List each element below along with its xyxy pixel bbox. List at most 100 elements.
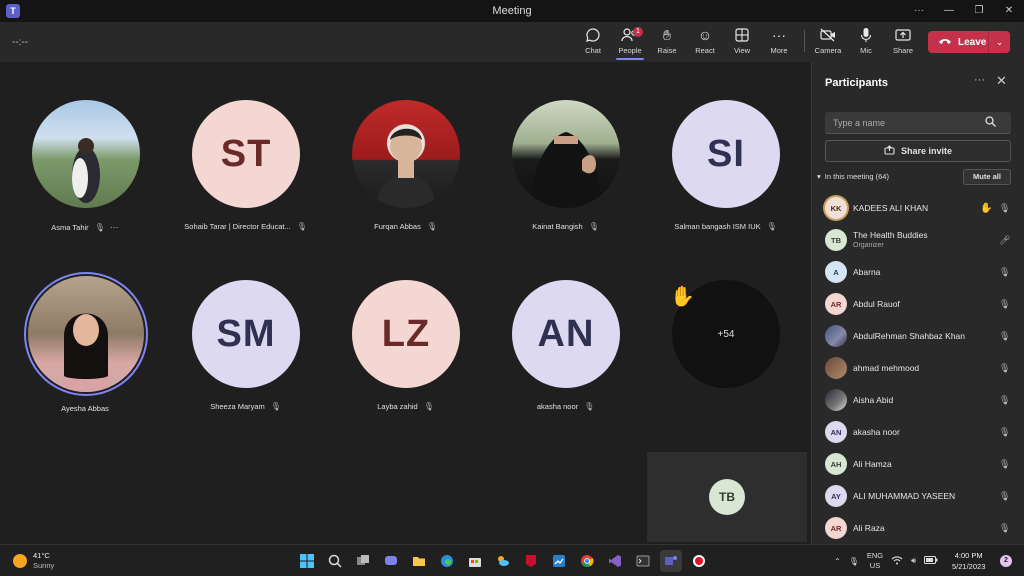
mic-off-icon[interactable]: 🎙︎ xyxy=(999,331,1010,342)
volume-icon[interactable]: 🔊︎ xyxy=(911,556,916,566)
search-icon[interactable] xyxy=(985,115,996,130)
self-avatar: TB xyxy=(709,479,745,515)
participant-name: Kainat Bangish xyxy=(532,222,583,231)
participant-tile[interactable]: ST Sohaib Tarar | Director Educat... 🎙︎ xyxy=(165,100,325,270)
participant-row[interactable]: AY ALI MUHAMMAD YASEEN 🎙︎ xyxy=(812,480,1024,512)
participant-tile[interactable]: SI Salman bangash ISM IUK 🎙︎ xyxy=(645,100,805,270)
teams-chat-icon[interactable] xyxy=(380,550,402,572)
camera-button[interactable]: Camera xyxy=(811,26,845,60)
battery-icon[interactable] xyxy=(924,556,938,566)
microphone-icon xyxy=(860,26,872,44)
mic-off-icon[interactable]: 🎙︎ xyxy=(999,395,1010,406)
participant-tile[interactable]: Kainat Bangish 🎙︎ xyxy=(485,100,645,270)
participant-tile[interactable]: SM Sheeza Maryam 🎙︎ xyxy=(165,280,325,450)
more-options-icon[interactable]: ··· xyxy=(110,222,119,232)
share-button[interactable]: Share xyxy=(886,26,920,60)
chrome-icon[interactable] xyxy=(576,550,598,572)
mic-off-icon[interactable]: 🎙︎ xyxy=(999,267,1010,278)
participant-row[interactable]: TB The Health Buddies Organizer 🎤︎ xyxy=(812,224,1024,256)
weather-app-icon[interactable] xyxy=(492,550,514,572)
participant-name: akasha noor xyxy=(536,402,579,411)
participant-tile-speaking[interactable]: Ayesha Abbas xyxy=(5,276,165,450)
mic-button[interactable]: Mic xyxy=(849,26,883,60)
share-invite-button[interactable]: Share invite xyxy=(825,140,1011,162)
mute-all-button[interactable]: Mute all xyxy=(963,169,1011,185)
mic-off-icon[interactable]: 🎙︎ xyxy=(999,459,1010,470)
leave-button[interactable]: Leave ⌄ xyxy=(928,31,1010,53)
more-options-icon[interactable]: ··· xyxy=(904,0,934,22)
restore-button[interactable]: ❐ xyxy=(964,0,994,22)
chevron-up-icon[interactable]: ⌃ xyxy=(834,557,841,566)
mcafee-icon[interactable] xyxy=(520,550,542,572)
panel-more-icon[interactable]: ··· xyxy=(974,74,985,86)
participant-tile[interactable]: AN akasha noor 🎙︎ xyxy=(485,280,645,450)
self-view[interactable]: TB xyxy=(647,452,807,542)
windows-start-icon[interactable] xyxy=(296,550,318,572)
microphone-icon[interactable]: 🎤︎ xyxy=(999,235,1010,246)
chat-button[interactable]: Chat xyxy=(576,26,610,60)
participant-row[interactable]: Aisha Abid 🎙︎ xyxy=(812,384,1024,416)
language-indicator[interactable]: ENG US xyxy=(867,551,883,571)
leave-options-chevron-icon[interactable]: ⌄ xyxy=(989,37,1010,48)
avatar-photo xyxy=(32,100,140,208)
mic-off-icon[interactable]: 🎙︎ xyxy=(999,523,1010,534)
participant-row[interactable]: AbdulRehman Shahbaz Khan 🎙︎ xyxy=(812,320,1024,352)
minimize-button[interactable]: — xyxy=(934,0,964,22)
mic-off-icon[interactable]: 🎙︎ xyxy=(999,203,1010,214)
search-input[interactable] xyxy=(825,117,985,128)
mic-label: Mic xyxy=(860,46,872,55)
raise-hand-button[interactable]: ✋︎ Raise xyxy=(650,26,684,60)
raise-label: Raise xyxy=(657,46,677,55)
participant-row[interactable]: KK KADEES ALI KHAN ✋ 🎙︎ xyxy=(812,192,1024,224)
edge-browser-icon[interactable] xyxy=(436,550,458,572)
react-button[interactable]: ☺ React xyxy=(688,26,722,60)
participant-row[interactable]: AH Ali Hamza 🎙︎ xyxy=(812,448,1024,480)
stocks-app-icon[interactable] xyxy=(548,550,570,572)
participant-row[interactable]: A Abarna 🎙︎ xyxy=(812,256,1024,288)
search-field[interactable] xyxy=(825,112,1011,134)
close-icon[interactable]: ✕ xyxy=(996,73,1007,89)
meeting-timer: --:-- xyxy=(12,36,29,48)
chat-icon xyxy=(585,26,601,44)
screen-recorder-icon[interactable] xyxy=(688,550,710,572)
mic-off-icon: 🎙︎ xyxy=(423,402,434,411)
participant-tile[interactable]: Furqan Abbas 🎙︎ xyxy=(325,100,485,270)
participant-row[interactable]: ahmad mehmood 🎙︎ xyxy=(812,352,1024,384)
system-clock[interactable]: 4:00 PM 5/21/2023 xyxy=(952,550,985,572)
avatar: SI xyxy=(672,100,780,208)
share-screen-icon xyxy=(895,26,911,44)
mic-off-icon[interactable]: 🎙︎ xyxy=(999,427,1010,438)
avatar: LZ xyxy=(352,280,460,388)
weather-widget[interactable]: 41°C Sunny xyxy=(13,551,54,570)
participant-row[interactable]: AN akasha noor 🎙︎ xyxy=(812,416,1024,448)
file-explorer-icon[interactable] xyxy=(408,550,430,572)
mic-off-icon[interactable]: 🎙︎ xyxy=(999,363,1010,374)
participant-avatar: KK xyxy=(825,197,847,219)
teams-icon[interactable] xyxy=(660,550,682,572)
notification-badge[interactable]: 2 xyxy=(1000,555,1012,567)
search-icon[interactable] xyxy=(324,550,346,572)
microphone-tray-icon[interactable]: 🎙︎ xyxy=(849,557,859,566)
participant-tile[interactable]: Asma Tahir 🎙︎ ··· xyxy=(5,100,165,270)
terminal-icon[interactable] xyxy=(632,550,654,572)
people-label: People xyxy=(618,46,642,55)
participant-row[interactable]: AR Abdul Rauof 🎙︎ xyxy=(812,288,1024,320)
in-meeting-section-toggle[interactable]: ▾ In this meeting (64) xyxy=(817,172,889,181)
more-button[interactable]: ··· More xyxy=(762,26,796,60)
task-view-icon[interactable] xyxy=(352,550,374,572)
participant-avatar: TB xyxy=(825,229,847,251)
participant-row[interactable]: AR Ali Raza 🎙︎ xyxy=(812,512,1024,544)
participant-name: Aisha Abid xyxy=(853,395,894,405)
close-window-button[interactable]: ✕ xyxy=(994,0,1024,22)
view-button[interactable]: View xyxy=(725,26,759,60)
participant-tile[interactable]: LZ Layba zahid 🎙︎ xyxy=(325,280,485,450)
mic-off-icon[interactable]: 🎙︎ xyxy=(999,299,1010,310)
wifi-icon[interactable] xyxy=(891,555,903,567)
store-icon[interactable] xyxy=(464,550,486,572)
overflow-participants-tile[interactable]: +54 ✋ xyxy=(645,280,805,450)
visual-studio-icon[interactable] xyxy=(604,550,626,572)
weather-temp: 41°C xyxy=(33,551,50,560)
mic-off-icon[interactable]: 🎙︎ xyxy=(999,491,1010,502)
mic-off-icon: 🎙︎ xyxy=(270,402,281,411)
people-button[interactable]: 1 People xyxy=(613,26,647,60)
